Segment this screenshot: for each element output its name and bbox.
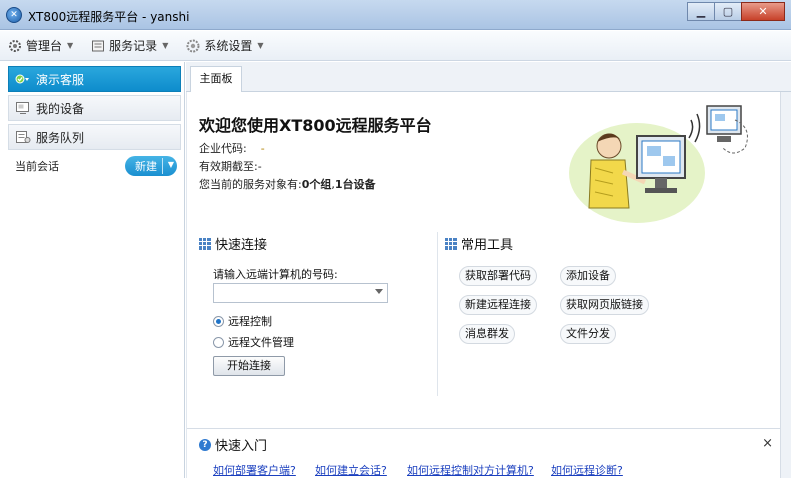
window-title: XT800远程服务平台 - yanshi: [28, 10, 190, 24]
queue-icon: [15, 130, 31, 144]
device-icon: [15, 101, 31, 115]
link-create-session[interactable]: 如何建立会话?: [315, 462, 387, 478]
right-scroll-edge[interactable]: [780, 92, 791, 478]
section-divider: [437, 232, 438, 396]
help-icon: ?: [199, 438, 211, 451]
toolbar-settings-menu[interactable]: 系统设置 ▼: [186, 37, 264, 54]
grid-icon: [199, 237, 211, 250]
new-session-label: 新建: [135, 160, 157, 173]
quick-connect-title: 快速连接: [199, 234, 267, 253]
toolbar-management-label: 管理台: [26, 39, 63, 53]
sidebar-item-label: 我的设备: [36, 101, 85, 116]
common-tools-title-text: 常用工具: [461, 238, 514, 253]
radio-remote-file-label: 远程文件管理: [228, 336, 294, 349]
current-session-label: 当前会话: [15, 160, 59, 173]
chevron-down-icon: ▼: [162, 41, 169, 50]
expiry-row: 有效期截至:-: [199, 158, 262, 174]
file-distribution-button[interactable]: 文件分发: [560, 324, 616, 344]
maximize-button[interactable]: ▢: [714, 2, 742, 21]
get-web-link-button[interactable]: 获取网页版链接: [560, 295, 649, 315]
start-connect-button[interactable]: 开始连接: [213, 356, 285, 376]
enterprise-code-label: 企业代码:: [199, 142, 247, 155]
main-toolbar: 管理台 ▼ 服务记录 ▼ 系统设置 ▼: [0, 31, 791, 61]
quick-start-panel: ? 快速入门 × 如何部署客户端? 如何建立会话? 如何远程控制对方计算机? 如…: [187, 428, 781, 478]
quick-connect-title-text: 快速连接: [215, 238, 268, 253]
link-deploy-client[interactable]: 如何部署客户端?: [213, 462, 296, 478]
online-status-icon: [15, 72, 31, 86]
broadcast-message-button[interactable]: 消息群发: [459, 324, 515, 344]
sidebar-item-label: 演示客服: [36, 72, 85, 87]
left-sidebar: 演示客服 我的设备 服务队列 当前会话 新建 ▼: [0, 62, 185, 478]
window-controls: ▁ ▢ ✕: [687, 2, 785, 21]
chevron-down-icon: ▼: [257, 41, 264, 50]
chevron-down-icon[interactable]: ▼: [168, 160, 174, 169]
quick-start-title-text: 快速入门: [215, 439, 268, 454]
app-logo-icon: ✕: [6, 7, 22, 23]
remote-support-illustration: [569, 105, 748, 223]
sidebar-item-service-queue[interactable]: 服务队列: [8, 124, 181, 150]
radio-button[interactable]: [213, 336, 224, 348]
remote-number-combobox[interactable]: [213, 283, 388, 303]
sidebar-item-my-devices[interactable]: 我的设备: [8, 95, 181, 121]
service-targets-label: 您当前的服务对象有:: [199, 178, 302, 191]
records-icon: [91, 39, 105, 53]
dropdown-arrow-icon[interactable]: [375, 289, 383, 294]
tab-strip: 主面板: [186, 62, 791, 93]
chevron-down-icon: ▼: [67, 41, 74, 50]
enterprise-code-value: -: [260, 142, 265, 155]
sidebar-item-label: 服务队列: [36, 130, 85, 145]
toolbar-settings-label: 系统设置: [204, 39, 253, 53]
service-targets-row: 您当前的服务对象有:0个组,1台设备: [199, 176, 376, 192]
group-count: 0个组: [301, 178, 332, 191]
toolbar-records-label: 服务记录: [109, 39, 158, 53]
toolbar-management-menu[interactable]: 管理台 ▼: [8, 37, 73, 54]
quick-start-title: ? 快速入门: [199, 435, 267, 454]
radio-remote-control[interactable]: 远程控制: [213, 313, 272, 329]
settings-gear-icon: [186, 39, 200, 53]
new-session-button[interactable]: 新建 ▼: [125, 156, 177, 176]
get-deploy-code-button[interactable]: 获取部署代码: [459, 266, 537, 286]
remote-number-label: 请输入远端计算机的号码:: [213, 268, 338, 281]
link-remote-diagnosis[interactable]: 如何远程诊断?: [551, 462, 623, 478]
device-count: 1台设备: [334, 178, 376, 191]
welcome-title: 欢迎您使用XT800远程服务平台: [199, 116, 432, 135]
minimize-button[interactable]: ▁: [687, 2, 715, 21]
link-remote-control[interactable]: 如何远程控制对方计算机?: [407, 462, 534, 478]
close-window-button[interactable]: ✕: [741, 2, 785, 21]
new-remote-connection-button[interactable]: 新建远程连接: [459, 295, 537, 315]
close-quick-start-button[interactable]: ×: [762, 436, 773, 451]
radio-remote-control-label: 远程控制: [228, 315, 272, 328]
grid-icon: [445, 237, 457, 250]
window-titlebar[interactable]: ✕ XT800远程服务平台 - yanshi ▁ ▢ ✕: [0, 0, 791, 30]
session-search-input[interactable]: [68, 155, 130, 177]
radio-remote-file-management[interactable]: 远程文件管理: [213, 334, 294, 350]
gear-icon: [8, 39, 22, 53]
button-separator: [162, 158, 163, 174]
radio-button-selected[interactable]: [213, 315, 224, 327]
main-panel: 欢迎您使用XT800远程服务平台 企业代码: - 有效期截至:- 您当前的服务对象…: [186, 92, 781, 478]
expiry-label: 有效期截至:: [199, 160, 258, 173]
sidebar-item-demo-service[interactable]: 演示客服: [8, 66, 181, 92]
toolbar-records-menu[interactable]: 服务记录 ▼: [91, 37, 168, 54]
common-tools-title: 常用工具: [445, 234, 513, 253]
expiry-value: -: [257, 160, 262, 173]
current-session-row: 当前会话 新建 ▼: [8, 155, 181, 177]
tab-main-panel[interactable]: 主面板: [190, 66, 242, 93]
enterprise-code-row: 企业代码: -: [199, 140, 265, 156]
add-device-button[interactable]: 添加设备: [560, 266, 616, 286]
